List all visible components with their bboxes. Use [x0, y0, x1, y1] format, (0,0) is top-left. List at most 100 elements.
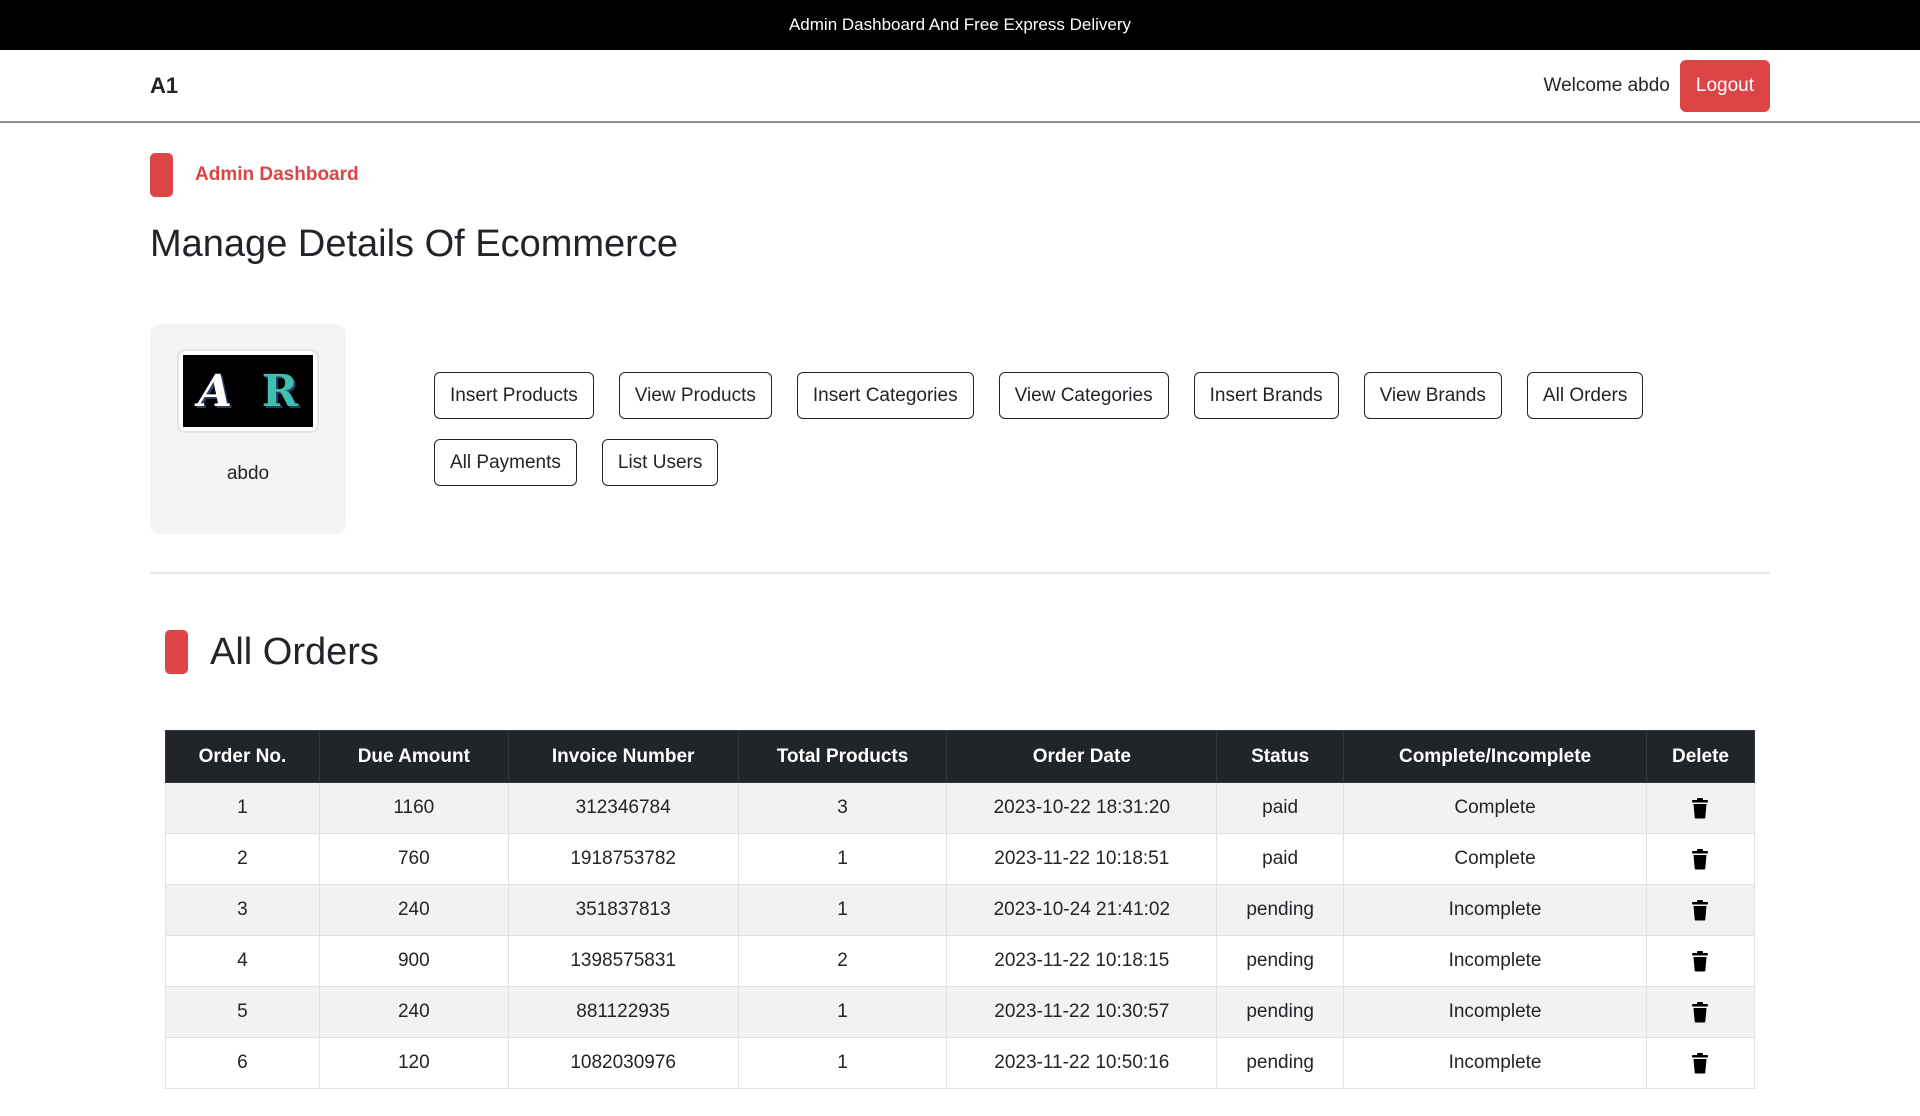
total-products-cell: 1 — [737, 1037, 948, 1089]
column-header: Due Amount — [318, 730, 509, 783]
orders-table: Order No. Due Amount Invoice Number Tota… — [165, 730, 1756, 1089]
main-content: Admin Dashboard Manage Details Of Ecomme… — [0, 153, 1920, 1089]
table-row: 5 240 881122935 1 2023-11-22 10:30:57 pending… — [165, 986, 1756, 1038]
table-header-row: Order No. Due Amount Invoice Number Tota… — [165, 730, 1756, 783]
navbar: A1 Welcome abdo Logout — [0, 50, 1920, 123]
column-header: Invoice Number — [507, 730, 739, 783]
due-amount-cell: 1160 — [318, 782, 509, 834]
table-row: 4 900 1398575831 2 2023-11-22 10:18:15 pendin… — [165, 935, 1756, 987]
invoice-number-cell: 1398575831 — [507, 935, 739, 987]
view-brands-button[interactable]: View Brands — [1363, 372, 1502, 419]
profile-username: abdo — [226, 463, 270, 484]
completion-cell: Incomplete — [1343, 986, 1647, 1038]
trash-icon[interactable] — [1691, 1001, 1709, 1023]
column-header: Complete/Incomplete — [1343, 730, 1647, 783]
total-products-cell: 1 — [737, 884, 948, 936]
table-row: 2 760 1918753782 1 2023-11-22 10:18:51 paid Co… — [165, 833, 1756, 885]
delete-cell — [1645, 986, 1756, 1038]
order-date-cell: 2023-11-22 10:30:57 — [946, 986, 1218, 1038]
column-header: Total Products — [737, 730, 948, 783]
section-label-text: Admin Dashboard — [195, 164, 359, 185]
column-header: Status — [1216, 730, 1345, 783]
invoice-number-cell: 1082030976 — [507, 1037, 739, 1089]
table-row: 1 1160 312346784 3 2023-10-22 18:31:20 paid Co… — [165, 782, 1756, 834]
due-amount-cell: 240 — [318, 986, 509, 1038]
trash-icon[interactable] — [1691, 899, 1709, 921]
trash-icon[interactable] — [1691, 797, 1709, 819]
status-cell: pending — [1216, 1037, 1345, 1089]
admin-actions: Insert Products View Products Insert Cat… — [434, 372, 1724, 486]
profile-card: A R abdo — [150, 324, 346, 534]
avatar-logo-image: A R — [183, 355, 313, 427]
insert-products-button[interactable]: Insert Products — [434, 372, 594, 419]
due-amount-cell: 120 — [318, 1037, 509, 1089]
order-number-cell: 1 — [165, 782, 320, 834]
order-number-cell: 5 — [165, 986, 320, 1038]
orders-heading: All Orders — [165, 630, 1770, 674]
all-payments-button[interactable]: All Payments — [434, 439, 577, 486]
logo-letter-r: R — [261, 365, 299, 417]
completion-cell: Incomplete — [1343, 935, 1647, 987]
trash-icon[interactable] — [1691, 848, 1709, 870]
all-orders-button[interactable]: All Orders — [1526, 372, 1644, 419]
status-cell: pending — [1216, 884, 1345, 936]
logo-letter-a: A — [197, 365, 232, 417]
total-products-cell: 2 — [737, 935, 948, 987]
order-date-cell: 2023-11-22 10:18:51 — [946, 833, 1218, 885]
trash-icon[interactable] — [1691, 1052, 1709, 1074]
column-header: Delete — [1645, 730, 1756, 783]
due-amount-cell: 240 — [318, 884, 509, 936]
delete-cell — [1645, 935, 1756, 987]
avatar: A R — [177, 349, 319, 433]
total-products-cell: 3 — [737, 782, 948, 834]
page-title: Manage Details Of Ecommerce — [150, 223, 678, 265]
nav-user-area: Welcome abdo Logout — [1543, 59, 1770, 112]
invoice-number-cell: 1918753782 — [507, 833, 739, 885]
order-date-cell: 2023-10-22 18:31:20 — [946, 782, 1218, 834]
section-divider — [150, 572, 1770, 574]
delete-cell — [1645, 884, 1756, 936]
list-users-button[interactable]: List Users — [601, 439, 719, 486]
delete-cell — [1645, 833, 1756, 885]
promo-text: Admin Dashboard And Free Express Deliver… — [788, 15, 1132, 34]
order-number-cell: 4 — [165, 935, 320, 987]
status-cell: paid — [1216, 782, 1345, 834]
completion-cell: Incomplete — [1343, 884, 1647, 936]
accent-bar — [150, 153, 173, 197]
order-date-cell: 2023-10-24 21:41:02 — [946, 884, 1218, 936]
order-number-cell: 6 — [165, 1037, 320, 1089]
brand-logo[interactable]: A1 — [150, 73, 178, 99]
completion-cell: Incomplete — [1343, 1037, 1647, 1089]
total-products-cell: 1 — [737, 986, 948, 1038]
total-products-cell: 1 — [737, 833, 948, 885]
invoice-number-cell: 881122935 — [507, 986, 739, 1038]
delete-cell — [1645, 782, 1756, 834]
logout-button[interactable]: Logout — [1679, 59, 1770, 112]
order-number-cell: 2 — [165, 833, 320, 885]
view-products-button[interactable]: View Products — [618, 372, 772, 419]
table-row: 3 240 351837813 1 2023-10-24 21:41:02 pending… — [165, 884, 1756, 936]
table-row: 6 120 1082030976 1 2023-11-22 10:50:16 pendin… — [165, 1037, 1756, 1089]
orders-title: All Orders — [210, 630, 379, 673]
delete-cell — [1645, 1037, 1756, 1089]
orders-table-body: 1 1160 312346784 3 2023-10-22 18:31:20 paid Co… — [165, 782, 1756, 1089]
order-date-cell: 2023-11-22 10:50:16 — [946, 1037, 1218, 1089]
status-cell: pending — [1216, 986, 1345, 1038]
column-header: Order No. — [165, 730, 320, 783]
status-cell: pending — [1216, 935, 1345, 987]
order-date-cell: 2023-11-22 10:18:15 — [946, 935, 1218, 987]
due-amount-cell: 900 — [318, 935, 509, 987]
completion-cell: Complete — [1343, 782, 1647, 834]
insert-brands-button[interactable]: Insert Brands — [1193, 372, 1339, 419]
insert-categories-button[interactable]: Insert Categories — [796, 372, 974, 419]
accent-bar — [165, 630, 188, 674]
completion-cell: Complete — [1343, 833, 1647, 885]
view-categories-button[interactable]: View Categories — [998, 372, 1169, 419]
welcome-text: Welcome abdo — [1543, 74, 1670, 96]
invoice-number-cell: 312346784 — [507, 782, 739, 834]
trash-icon[interactable] — [1691, 950, 1709, 972]
invoice-number-cell: 351837813 — [507, 884, 739, 936]
admin-panel: A R abdo Insert Products View Products I… — [150, 324, 1770, 534]
section-label: Admin Dashboard — [150, 153, 1770, 197]
promo-topbar: Admin Dashboard And Free Express Deliver… — [0, 0, 1920, 50]
